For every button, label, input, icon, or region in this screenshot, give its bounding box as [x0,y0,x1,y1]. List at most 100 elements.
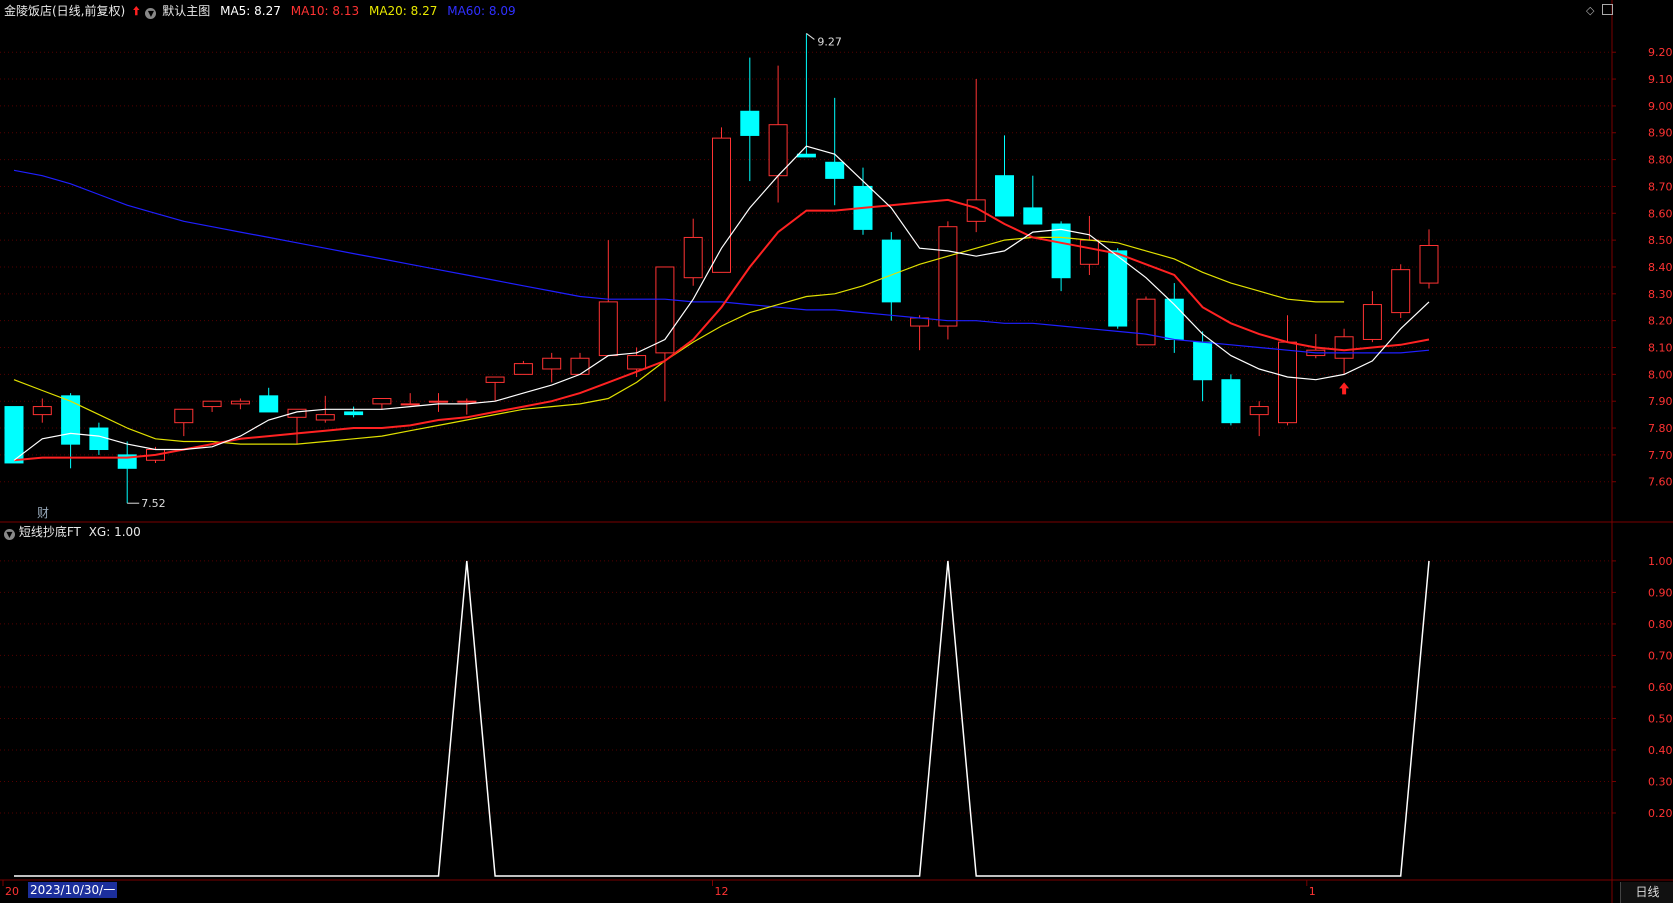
candle-body [485,376,505,383]
candle [117,441,137,504]
price-tick-label: 8.00 [1648,368,1673,381]
candle-body [1221,379,1241,424]
candle-body [1023,207,1043,225]
candle-body [315,414,335,421]
candle [513,360,533,375]
period-button[interactable]: 日线 [1620,882,1673,903]
price-tick-label: 8.60 [1648,207,1673,220]
price-tick-label: 7.70 [1648,449,1673,462]
candle-body [513,363,533,375]
ma5-value: 8.27 [254,4,281,18]
candle [1278,315,1297,426]
price-tick-label: 9.20 [1648,46,1673,59]
candle-body [4,406,24,464]
ma10-label: MA10: 8.13 [290,4,360,18]
ma20-label: MA20: 8.27 [368,4,438,18]
candle-body [457,400,477,403]
candle-body [1136,298,1156,346]
candle [1334,328,1354,375]
indicator-tick-label: 0.80 [1648,618,1673,631]
candle-body [61,395,81,445]
candle [740,57,760,182]
candle-body [429,400,448,403]
ma60-label: MA60: 8.09 [447,4,516,18]
candle-body [768,124,788,177]
candle [1249,401,1269,437]
price-tick-label: 8.10 [1648,342,1673,355]
candle-body [938,226,958,327]
candle-body [230,400,250,405]
candle-body [1334,336,1354,359]
candle [457,398,477,415]
candle-body [32,406,52,416]
candle [287,408,307,445]
price-axis: 9.20 9.10 9.00 8.90 8.80 8.70 8.60 8.50 8.40 8.30… [1612,46,1673,489]
price-tick-label: 8.90 [1648,127,1673,140]
candle [570,352,590,375]
price-tick-label: 7.80 [1648,422,1673,435]
candle [1079,215,1099,276]
candle-body [259,395,279,413]
price-tick-label: 7.60 [1648,476,1673,489]
candle-body [344,411,364,416]
candle [400,393,420,406]
candle [32,398,52,423]
candle [4,406,24,464]
candle-body [1108,250,1128,327]
price-tick-label: 8.70 [1648,180,1673,193]
candle [1391,264,1411,318]
candle [655,266,675,402]
price-tick-label: 9.00 [1648,100,1673,113]
date-axis: 20 12 1 [2,880,1316,898]
candle-body [796,153,816,158]
candle-body [1278,341,1297,424]
price-tick-label: 9.10 [1648,73,1673,86]
indicator-panel: 1.00 0.90 0.80 0.70 0.60 0.50 0.40 0.30 0.20 [14,555,1673,877]
window-toggle-icon[interactable] [1602,4,1613,15]
candle-body [712,137,731,273]
candle-body [1419,244,1439,284]
date-tick-label: 1 [1309,885,1316,898]
candle [174,408,194,437]
price-tick-label: 8.50 [1648,234,1673,247]
candle [825,97,845,206]
candle [230,398,250,410]
candle [938,221,958,340]
candle-body [825,161,845,179]
circle-chevron-icon[interactable]: ▼ [4,529,15,540]
xg-value: 1.00 [114,525,141,539]
price-tick-label: 8.30 [1648,288,1673,301]
ma20-value: 8.27 [410,4,438,18]
indicator-tick-label: 0.70 [1648,649,1673,662]
candle-body [372,398,392,405]
indicator-name[interactable]: 短线抄底FT [19,525,81,539]
indicator-header: ▼ 短线抄底FT XG: 1.00 [4,524,141,540]
candle-body [1249,406,1269,416]
buy-signal-arrow-icon [1339,382,1350,395]
candle [683,218,703,286]
financial-report-marker[interactable]: 财 [37,504,49,521]
date-tick-label: 12 [715,885,729,898]
candle [910,315,930,351]
high-arrow [806,33,815,40]
kline-chart-canvas[interactable]: 9.20 9.10 9.00 8.90 8.80 8.70 8.60 8.50 8.40 8.30… [0,0,1673,903]
candle [485,376,505,402]
candle [995,135,1014,217]
ma60-value: 8.09 [488,4,516,18]
candle-body [174,408,194,424]
candle-body [202,400,222,408]
circle-chevron-icon[interactable]: ▼ [145,8,157,19]
template-label[interactable]: 默认主图 [162,4,210,18]
date-tick-label: 20 [5,885,19,898]
candle [202,400,222,412]
stock-title[interactable]: 金陵饭店(日线,前复权) [4,4,125,18]
price-tick-label: 8.20 [1648,315,1673,328]
candle-body [400,403,420,406]
candle-body [1391,269,1411,314]
indicator-tick-label: 0.90 [1648,586,1673,599]
diamond-icon[interactable]: ◇ [1586,4,1594,17]
candle [1419,229,1439,289]
candle-body [995,175,1014,217]
indicator-tick-label: 0.40 [1648,744,1673,757]
chart-header: 金陵饭店(日线,前复权) 🠩 ▼ 默认主图 MA5: 8.27 MA10: 8.… [4,3,516,19]
